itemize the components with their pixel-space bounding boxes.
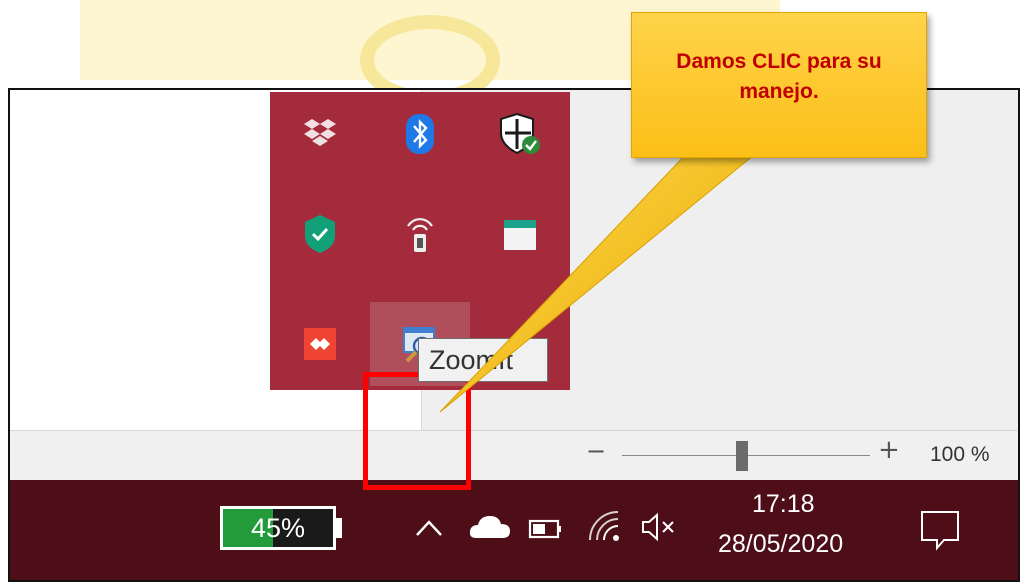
callout-note: Damos CLIC para su manejo.	[631, 12, 927, 158]
callout-text: Damos CLIC para su manejo.	[632, 47, 926, 107]
callout-line-2: manejo.	[739, 80, 819, 103]
callout-line-1: Damos CLIC para su	[676, 50, 882, 73]
